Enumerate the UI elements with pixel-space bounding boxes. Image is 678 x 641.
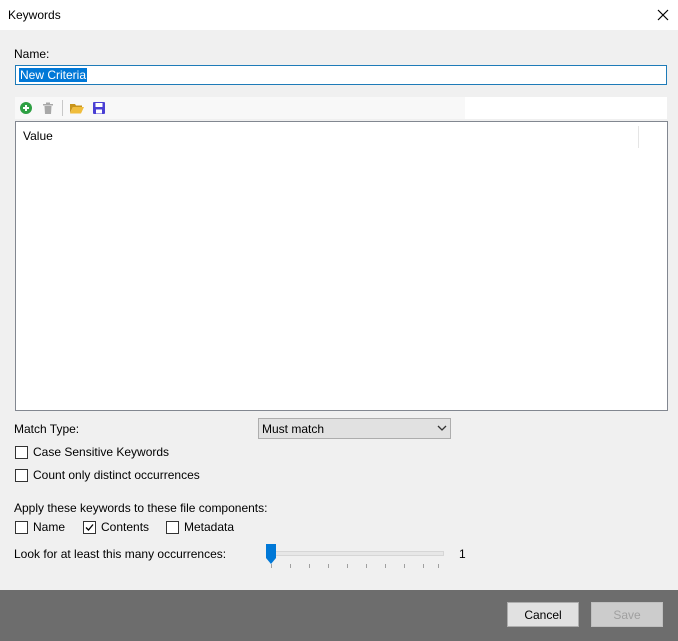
slider-tick	[385, 564, 386, 568]
checkmark-icon	[85, 523, 94, 531]
window-title: Keywords	[8, 8, 61, 22]
keyword-list[interactable]: Value	[15, 121, 668, 411]
toolbar-separator	[62, 100, 63, 116]
name-input[interactable]: New Criteria	[15, 65, 667, 85]
delete-button[interactable]	[37, 97, 59, 119]
open-button[interactable]	[66, 97, 88, 119]
component-name-label: Name	[33, 520, 66, 534]
toolbar-blank-area	[465, 97, 667, 119]
component-metadata-option[interactable]: Metadata	[166, 520, 234, 534]
component-name-option[interactable]: Name	[15, 520, 65, 534]
case-sensitive-checkbox[interactable]	[15, 445, 28, 459]
save-button[interactable]: Save	[591, 602, 663, 627]
slider-thumb[interactable]	[266, 544, 276, 564]
slider-track	[267, 551, 444, 556]
match-type-value: Must match	[262, 422, 325, 436]
folder-open-icon	[70, 103, 84, 113]
match-type-label: Match Type:	[14, 422, 80, 436]
save-icon	[93, 102, 105, 114]
slider-tick	[328, 564, 329, 568]
case-sensitive-option[interactable]: Case Sensitive Keywords	[15, 445, 169, 459]
add-icon	[20, 102, 32, 114]
column-header-value[interactable]: Value	[23, 129, 53, 143]
distinct-checkbox[interactable]	[15, 468, 28, 482]
slider-tick	[309, 564, 310, 568]
toolbar	[15, 97, 465, 119]
dialog-footer: Cancel Save	[0, 590, 678, 641]
column-divider	[638, 126, 639, 148]
cancel-button[interactable]: Cancel	[507, 602, 579, 627]
components-label: Apply these keywords to these file compo…	[14, 501, 268, 515]
occurrences-value: 1	[459, 547, 466, 561]
match-type-select[interactable]: Must match	[258, 418, 451, 439]
slider-tick	[423, 564, 424, 568]
delete-icon	[43, 102, 53, 114]
distinct-label: Count only distinct occurrences	[33, 468, 200, 482]
chevron-down-icon	[437, 425, 447, 431]
close-button[interactable]	[648, 0, 678, 30]
occurrences-slider[interactable]	[266, 542, 446, 572]
save-toolbar-button[interactable]	[88, 97, 110, 119]
component-metadata-checkbox[interactable]	[166, 520, 179, 534]
occurrences-label: Look for at least this many occurrences:	[14, 547, 227, 561]
slider-tick	[404, 564, 405, 568]
slider-tick	[366, 564, 367, 568]
distinct-option[interactable]: Count only distinct occurrences	[15, 468, 200, 482]
slider-tick	[347, 564, 348, 568]
component-contents-label: Contents	[101, 520, 150, 534]
slider-tick	[290, 564, 291, 568]
component-contents-option[interactable]: Contents	[83, 520, 149, 534]
component-contents-checkbox[interactable]	[83, 520, 96, 534]
slider-tick	[271, 564, 272, 568]
component-metadata-label: Metadata	[184, 520, 235, 534]
name-label: Name:	[14, 47, 50, 61]
case-sensitive-label: Case Sensitive Keywords	[33, 445, 170, 459]
close-icon	[657, 9, 669, 21]
add-button[interactable]	[15, 97, 37, 119]
name-input-value: New Criteria	[19, 68, 88, 82]
title-bar: Keywords	[0, 0, 678, 30]
component-name-checkbox[interactable]	[15, 520, 28, 534]
slider-tick	[438, 564, 439, 568]
